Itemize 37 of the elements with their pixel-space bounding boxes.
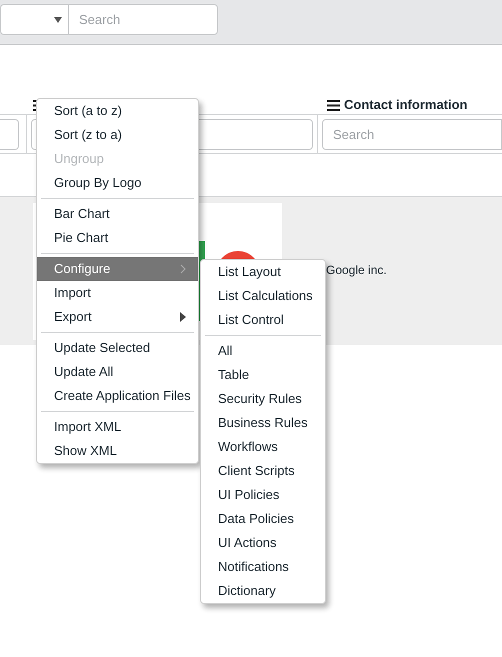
menu-item[interactable]: Update All	[37, 360, 198, 384]
chevron-icon	[180, 264, 186, 274]
menu-item[interactable]: Import	[37, 281, 198, 305]
menu-item[interactable]: All	[201, 339, 325, 363]
table-cell-text: Google inc.	[326, 262, 387, 277]
dropdown[interactable]	[0, 4, 68, 35]
menu-item[interactable]: List Calculations	[201, 284, 325, 308]
menu-item[interactable]: Security Rules	[201, 387, 325, 411]
menu-item[interactable]: Workflows	[201, 435, 325, 459]
filter-field[interactable]: Search	[322, 119, 502, 150]
filter-field[interactable]	[0, 119, 19, 150]
caret-icon	[54, 16, 62, 22]
menu-item[interactable]: Business Rules	[201, 411, 325, 435]
menu-item[interactable]: Notifications	[201, 555, 325, 579]
menu-item[interactable]: Sort (a to z)	[37, 99, 198, 123]
triangle-icon	[180, 312, 186, 322]
menu-item[interactable]: UI Actions	[201, 531, 325, 555]
menu-item[interactable]: List Control	[201, 308, 325, 332]
column-header[interactable]: Contact information	[344, 95, 468, 115]
menu-item[interactable]: Import XML	[37, 415, 198, 439]
menu-item[interactable]: Pie Chart	[37, 226, 198, 250]
menu-item[interactable]: Configure	[37, 257, 198, 281]
menu-item[interactable]: Group By Logo	[37, 171, 198, 195]
menu-item[interactable]: Dictionary	[201, 579, 325, 603]
menu-item[interactable]: Update Selected	[37, 336, 198, 360]
menu-item[interactable]: Client Scripts	[201, 459, 325, 483]
menu-item[interactable]: List Layout	[201, 260, 325, 284]
menu-icon[interactable]	[327, 100, 340, 110]
menu-item[interactable]: UI Policies	[201, 483, 325, 507]
menu-item[interactable]: Export	[37, 305, 198, 329]
menu-item[interactable]: Show XML	[37, 439, 198, 463]
menu-item[interactable]: Sort (z to a)	[37, 123, 198, 147]
menu-item[interactable]: Data Policies	[201, 507, 325, 531]
menu-item[interactable]: Table	[201, 363, 325, 387]
menu-item[interactable]: Bar Chart	[37, 202, 198, 226]
menu-item[interactable]: Create Application Files	[37, 384, 198, 408]
search-field[interactable]: Search	[68, 4, 218, 35]
